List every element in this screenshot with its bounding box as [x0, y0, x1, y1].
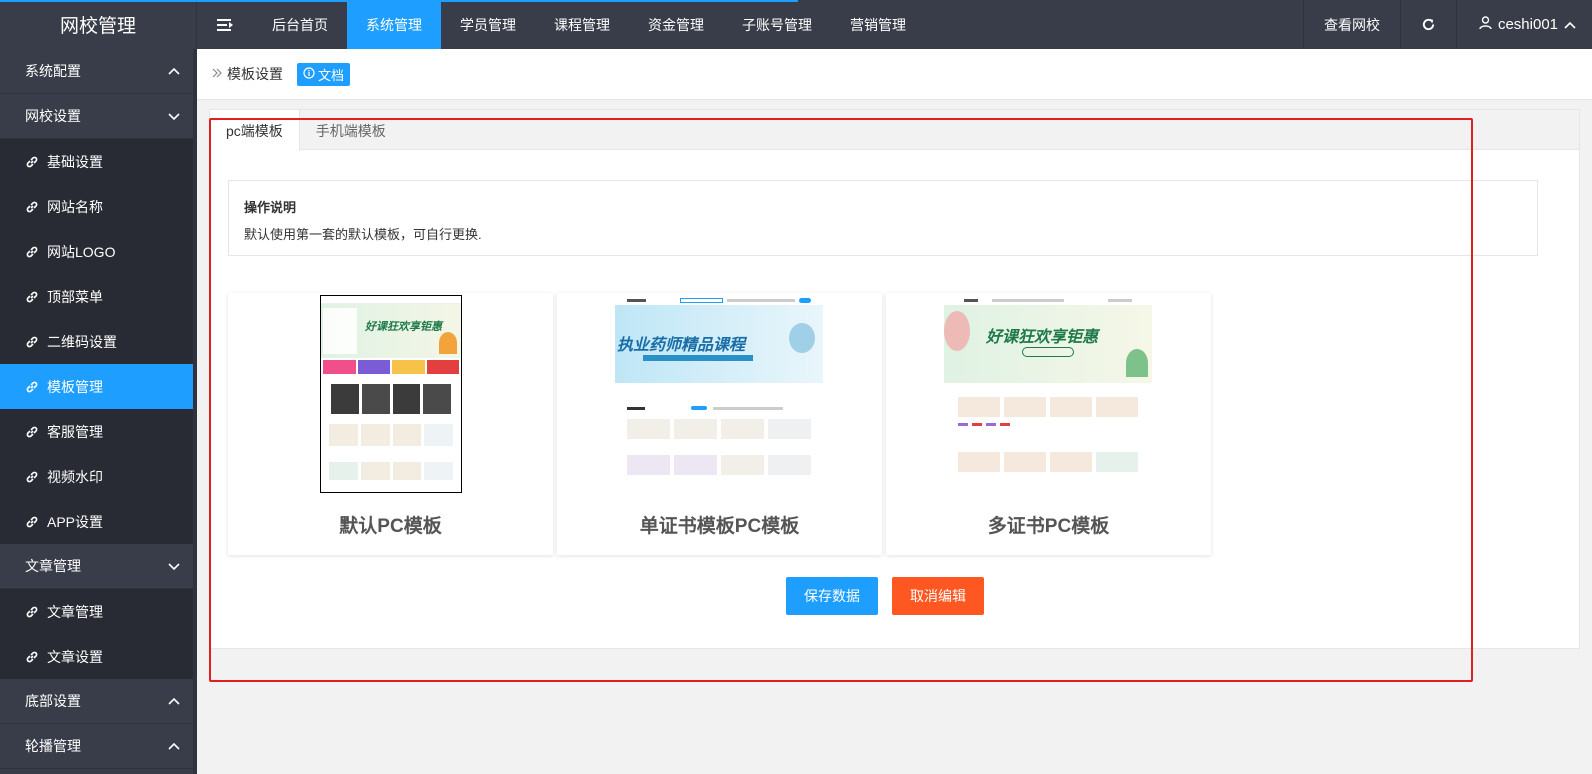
loading-progress-bar: [0, 0, 798, 2]
template-banner-text: 好课狂欢享钜惠: [986, 329, 1099, 346]
cancel-button[interactable]: 取消编辑: [892, 577, 984, 615]
sidebar-item-customer-service[interactable]: 客服管理: [0, 409, 197, 454]
template-thumbnail: 执业药师精品课程: [615, 295, 823, 491]
instructions-text: 默认使用第一套的默认模板，可自行更换.: [244, 227, 482, 242]
link-icon: [25, 380, 39, 394]
doc-badge-label: 文档: [318, 67, 345, 83]
link-icon: [25, 425, 39, 439]
chevron-up-icon: [1564, 16, 1576, 33]
user-menu[interactable]: ceshi001: [1455, 0, 1592, 49]
sidebar-item-app-settings[interactable]: APP设置: [0, 499, 197, 544]
sidebar-item-article-settings[interactable]: 文章设置: [0, 634, 197, 679]
sidebar-item-article-manage[interactable]: 文章管理: [0, 589, 197, 634]
nav-marketing[interactable]: 营销管理: [831, 0, 925, 49]
sidebar-item-basic-settings[interactable]: 基础设置: [0, 139, 197, 184]
sidebar-item-label: 网站名称: [47, 198, 103, 215]
doc-badge[interactable]: 文档: [297, 62, 351, 86]
link-icon: [25, 245, 39, 259]
nav-subaccounts[interactable]: 子账号管理: [723, 0, 831, 49]
template-name: 单证书模板PC模板: [639, 516, 800, 537]
template-card-single-cert[interactable]: 执业药师精品课程 单证书模板PC模板: [557, 293, 882, 555]
sidebar-group-system-config[interactable]: 系统配置: [0, 49, 197, 94]
user-icon: [1479, 15, 1492, 34]
template-list: 好课狂欢享钜惠 默认PC模板 执业药师精品课程 单证书模板PC模板 好课狂欢享钜…: [228, 293, 1211, 555]
nav-system[interactable]: 系统管理: [347, 0, 441, 49]
sidebar-item-video-watermark[interactable]: 视频水印: [0, 454, 197, 499]
template-card-multi-cert[interactable]: 好课狂欢享钜惠 多证书PC模板: [886, 293, 1211, 555]
template-thumbnail: 好课狂欢享钜惠: [944, 295, 1152, 491]
sidebar-group-footer-settings[interactable]: 底部设置: [0, 679, 197, 724]
sidebar-item-label: 基础设置: [47, 153, 103, 170]
sidebar-group-label: 轮播管理: [25, 738, 81, 754]
nav-students[interactable]: 学员管理: [441, 0, 535, 49]
sidebar-item-label: 文章管理: [47, 603, 103, 620]
sidebar-item-label: 网站LOGO: [47, 243, 116, 260]
chevron-up-icon: [167, 64, 181, 78]
link-icon: [25, 515, 39, 529]
sidebar-item-label: 顶部菜单: [47, 288, 103, 305]
sidebar-group-school-settings[interactable]: 网校设置: [0, 94, 197, 139]
link-icon: [25, 470, 39, 484]
template-banner-text: 好课狂欢享钜惠: [365, 321, 442, 333]
nav-courses[interactable]: 课程管理: [535, 0, 629, 49]
template-name: 默认PC模板: [339, 516, 442, 537]
sidebar-item-site-name[interactable]: 网站名称: [0, 184, 197, 229]
nav-finance[interactable]: 资金管理: [629, 0, 723, 49]
sidebar: 系统配置 网校设置 基础设置 网站名称 网站LOGO 顶部菜单 二维码设置 模板…: [0, 49, 197, 774]
instructions-box: 操作说明 默认使用第一套的默认模板，可自行更换.: [228, 180, 1538, 256]
link-icon: [25, 335, 39, 349]
tab-mobile-templates[interactable]: 手机端模板: [300, 110, 402, 151]
sidebar-item-label: APP设置: [47, 513, 104, 530]
tab-bar: pc端模板 手机端模板: [210, 110, 1579, 151]
sidebar-item-top-menu[interactable]: 顶部菜单: [0, 274, 197, 319]
sidebar-item-label: 文章设置: [47, 648, 103, 665]
sidebar-item-site-logo[interactable]: 网站LOGO: [0, 229, 197, 274]
link-icon: [25, 650, 39, 664]
chevron-down-icon: [167, 559, 181, 573]
chevron-up-icon: [167, 694, 181, 708]
info-icon: [303, 66, 315, 82]
link-icon: [25, 200, 39, 214]
template-card-default[interactable]: 好课狂欢享钜惠 默认PC模板: [228, 293, 553, 555]
site-logo: 网校管理: [0, 0, 197, 49]
sidebar-group-articles[interactable]: 文章管理: [0, 544, 197, 589]
top-bar: 网校管理 后台首页 系统管理 学员管理 课程管理 资金管理 子账号管理 营销管理…: [0, 0, 1592, 49]
sidebar-group-label: 网校设置: [25, 108, 81, 124]
instructions-title: 操作说明: [244, 200, 297, 215]
form-actions: 保存数据 取消编辑: [786, 577, 984, 615]
tab-pc-templates[interactable]: pc端模板: [210, 110, 300, 151]
main-content: 模板设置 文档 pc端模板 手机端模板 操作说明 默认使用第一套的默认模板，可自…: [197, 49, 1592, 774]
view-site-link[interactable]: 查看网校: [1302, 0, 1400, 49]
link-icon: [25, 155, 39, 169]
sidebar-item-label: 客服管理: [47, 423, 103, 440]
sidebar-item-label: 二维码设置: [47, 333, 117, 350]
refresh-icon[interactable]: [1399, 0, 1456, 49]
sidebar-group-label: 底部设置: [25, 693, 81, 709]
chevron-up-icon: [167, 739, 181, 753]
template-thumbnail: 好课狂欢享钜惠: [320, 295, 462, 493]
sidebar-group-label: 系统配置: [25, 63, 81, 79]
template-banner-text: 执业药师精品课程: [617, 337, 746, 354]
menu-toggle-icon[interactable]: [197, 0, 253, 49]
sidebar-item-label: 视频水印: [47, 468, 103, 485]
template-settings-card: pc端模板 手机端模板 操作说明 默认使用第一套的默认模板，可自行更换. 好课狂…: [209, 109, 1580, 649]
breadcrumb: 模板设置 文档: [197, 49, 1592, 100]
link-icon: [25, 290, 39, 304]
username: ceshi001: [1497, 16, 1558, 33]
double-chevron-right-icon: [211, 66, 223, 82]
link-icon: [25, 605, 39, 619]
sidebar-item-label: 模板管理: [47, 378, 103, 395]
chevron-down-icon: [167, 109, 181, 123]
save-button[interactable]: 保存数据: [786, 577, 878, 615]
template-name: 多证书PC模板: [987, 516, 1110, 537]
sidebar-item-template-manage[interactable]: 模板管理: [0, 364, 197, 409]
nav-home[interactable]: 后台首页: [253, 0, 347, 49]
sidebar-item-qrcode[interactable]: 二维码设置: [0, 319, 197, 364]
sidebar-group-carousel[interactable]: 轮播管理: [0, 724, 197, 769]
breadcrumb-current: 模板设置: [227, 66, 283, 82]
sidebar-group-label: 文章管理: [25, 558, 81, 574]
